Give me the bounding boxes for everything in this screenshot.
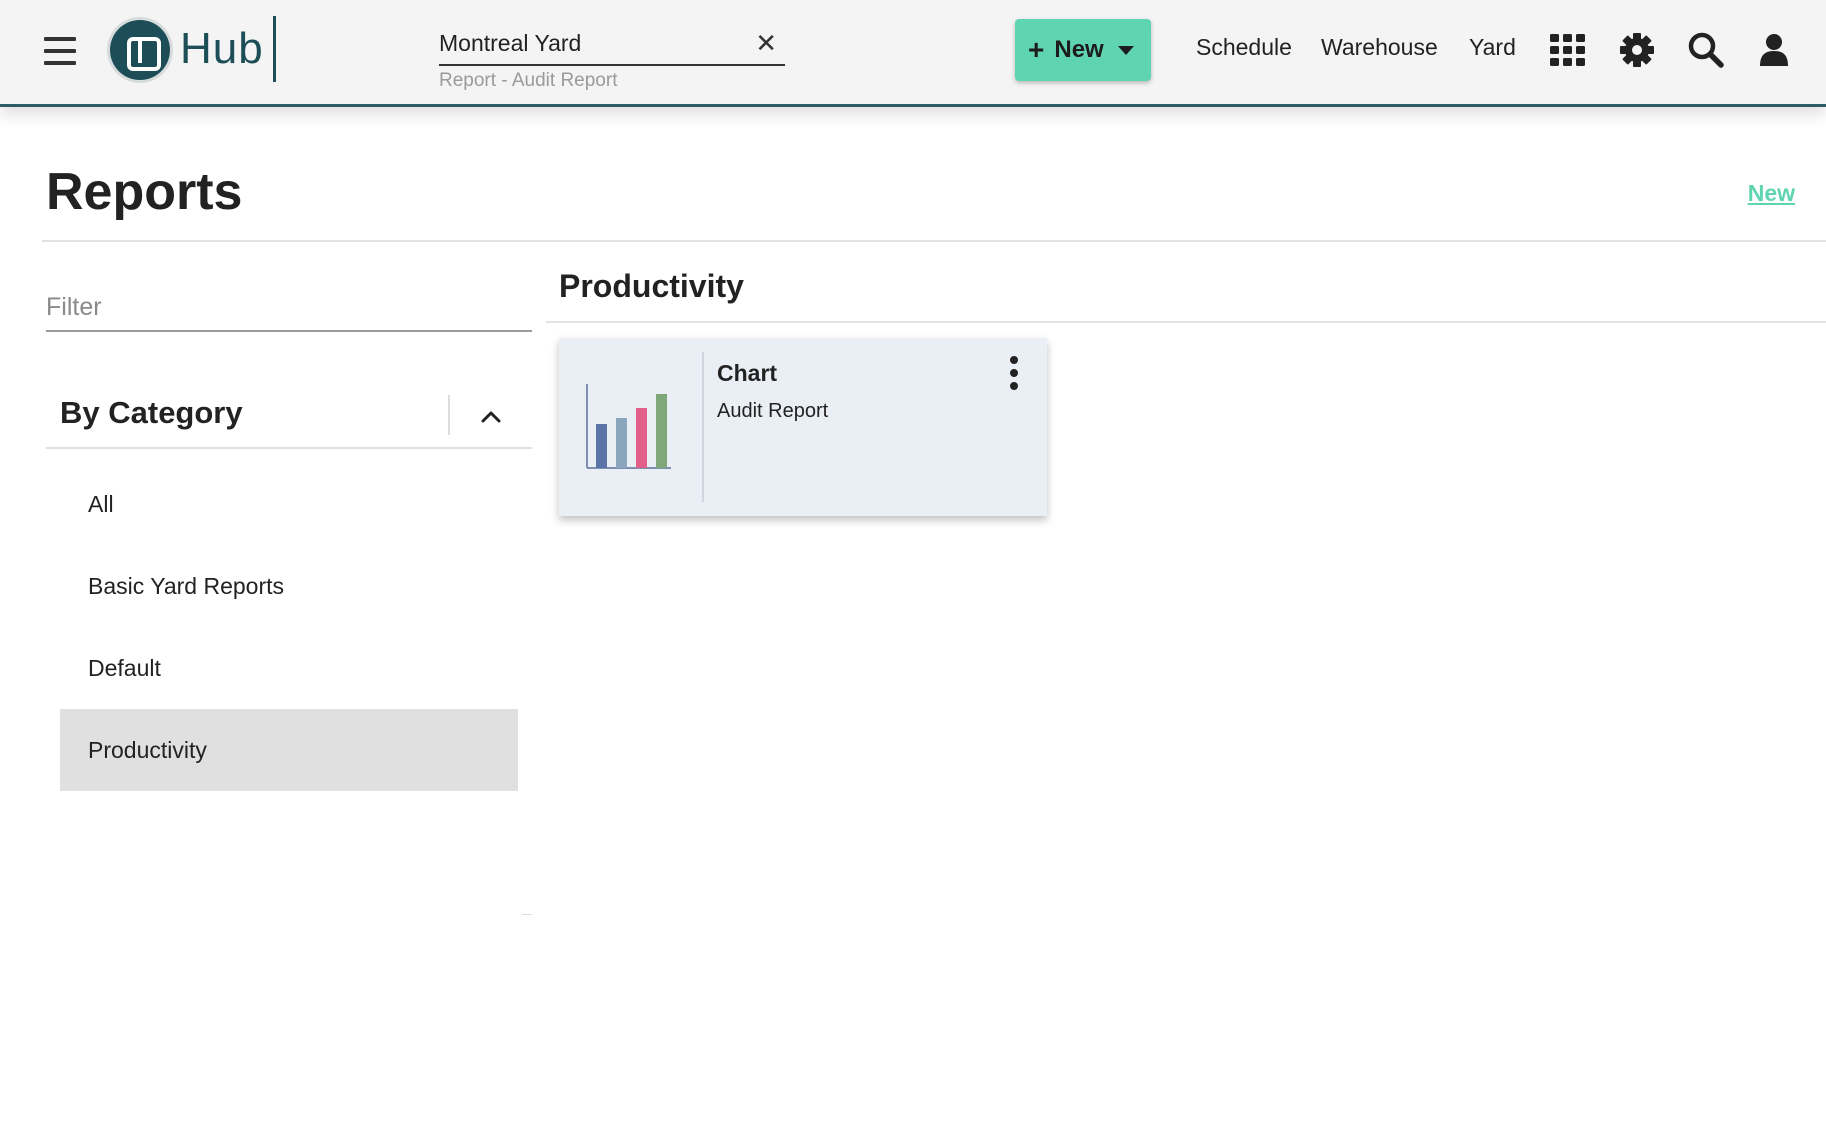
category-item-productivity[interactable]: Productivity — [60, 709, 518, 791]
chevron-up-icon[interactable] — [466, 391, 516, 441]
user-icon[interactable] — [1754, 30, 1794, 70]
gear-icon[interactable] — [1617, 30, 1657, 70]
more-vert-icon[interactable] — [1003, 356, 1025, 392]
search-icon[interactable] — [1686, 30, 1726, 70]
nav-yard[interactable]: Yard — [1469, 34, 1516, 61]
card-subtitle: Audit Report — [717, 400, 829, 422]
apps-grid-icon[interactable] — [1548, 30, 1588, 70]
category-item-default[interactable]: Default — [60, 627, 518, 709]
page-title: Reports — [46, 163, 243, 221]
card-title[interactable]: Chart — [717, 360, 777, 387]
category-title: By Category — [60, 395, 243, 430]
clear-icon[interactable]: ✕ — [755, 28, 777, 59]
yard-select-value[interactable]: Montreal Yard — [439, 26, 785, 66]
card-divider — [702, 352, 704, 502]
category-header: By Category — [46, 385, 532, 449]
caret-down-icon — [1117, 45, 1134, 55]
top-bar: Hub Montreal Yard ✕ Report - Audit Repor… — [0, 0, 1826, 107]
section-divider — [546, 321, 1826, 323]
filter-input[interactable] — [46, 284, 532, 332]
yard-select-subtitle: Report - Audit Report — [439, 70, 618, 91]
category-header-divider — [448, 395, 450, 435]
category-item-basic-yard-reports[interactable]: Basic Yard Reports — [60, 545, 518, 627]
section-title: Productivity — [559, 268, 744, 304]
logo-divider — [273, 16, 276, 82]
new-dropdown-button[interactable]: + New — [1015, 19, 1151, 81]
report-card[interactable]: Chart Audit Report — [559, 338, 1047, 516]
new-report-link[interactable]: New — [1748, 180, 1795, 207]
header-divider — [42, 240, 1826, 242]
bar-chart-icon — [577, 376, 673, 476]
menu-icon[interactable] — [42, 37, 78, 65]
sidebar-end-divider — [522, 914, 532, 915]
logo-text[interactable]: Hub — [180, 24, 264, 74]
category-list: All Basic Yard Reports Default Productiv… — [60, 463, 518, 791]
category-item-all[interactable]: All — [60, 463, 518, 545]
nav-warehouse[interactable]: Warehouse — [1321, 34, 1438, 61]
new-button-label: New — [1054, 36, 1104, 63]
plus-icon: + — [1028, 34, 1045, 65]
hub-logo-icon[interactable] — [110, 20, 170, 80]
nav-schedule[interactable]: Schedule — [1196, 34, 1292, 61]
yard-select[interactable]: Montreal Yard ✕ Report - Audit Report — [439, 26, 785, 92]
